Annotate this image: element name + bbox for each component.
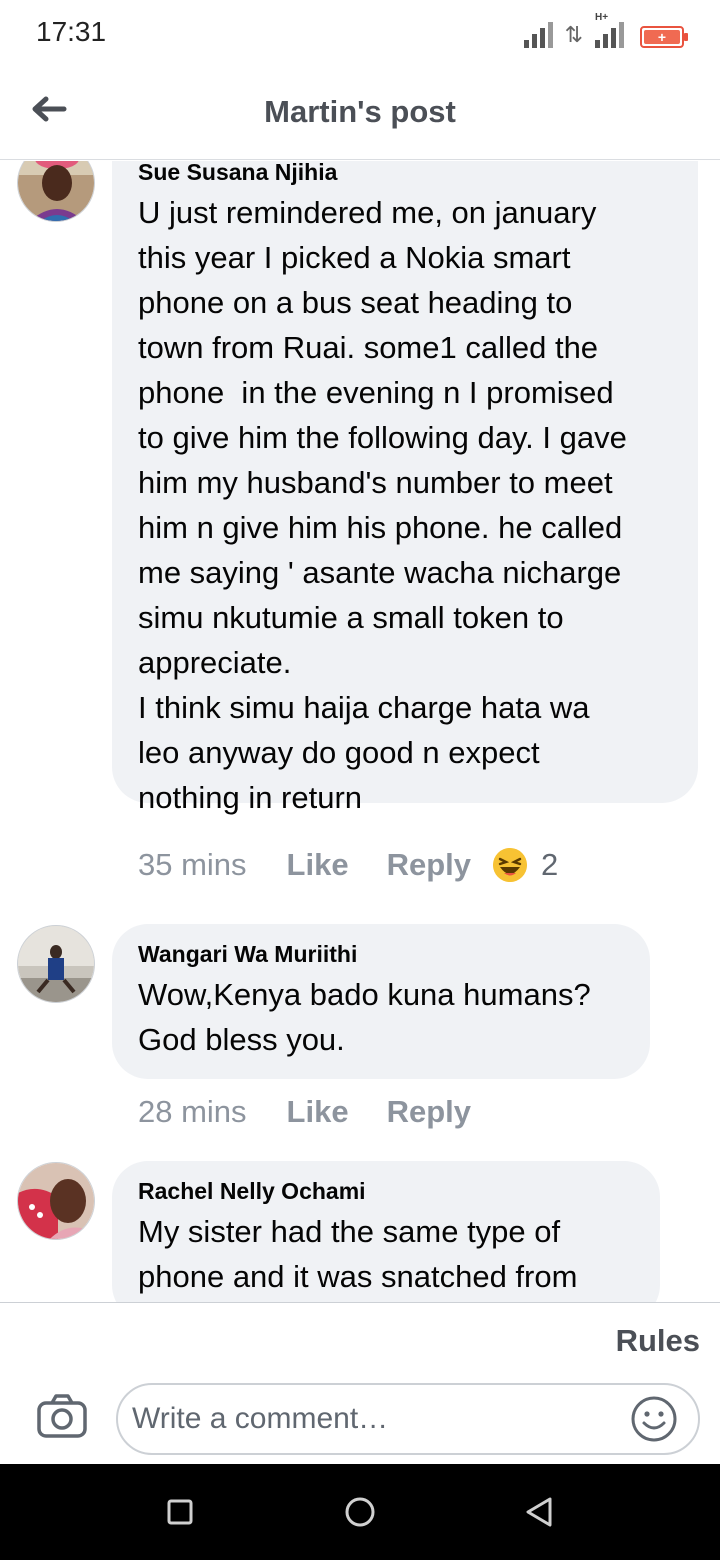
signal-icon	[523, 22, 553, 48]
comment-actions: 28 mins Like Reply	[138, 1094, 493, 1130]
reply-button[interactable]: Reply	[387, 1094, 471, 1130]
network-type: H+	[595, 12, 609, 23]
camera-icon[interactable]	[36, 1393, 88, 1439]
system-nav-bar	[0, 1464, 720, 1560]
reactions-summary[interactable]: 2	[493, 847, 558, 883]
page-title: Martin's post	[264, 94, 456, 129]
data-transfer-icon: ⇅	[564, 22, 583, 47]
comment-time: 28 mins	[138, 1094, 247, 1129]
battery-charging-label: +	[644, 30, 680, 44]
triangle-back-icon[interactable]	[520, 1492, 560, 1532]
haha-emoji-icon	[493, 848, 527, 882]
circle-home-icon[interactable]	[340, 1492, 380, 1532]
comment-text: U just remindered me, on january this ye…	[138, 195, 627, 815]
status-bar: 17:31 ⇅ H+ +	[0, 0, 720, 66]
comment-author[interactable]: Rachel Nelly Ochami	[138, 1178, 634, 1205]
comment-bubble[interactable]: Rachel Nelly Ochami My sister had the sa…	[112, 1161, 660, 1302]
avatar[interactable]	[17, 1162, 95, 1240]
comment-author[interactable]: Wangari Wa Muriithi	[138, 941, 624, 968]
comment-composer: Rules	[0, 1302, 720, 1464]
reply-button[interactable]: Reply	[387, 847, 471, 883]
comment-bubble[interactable]: Sue Susana Njihia U just remindered me, …	[112, 161, 698, 815]
comment-input-container	[116, 1383, 700, 1455]
status-time: 17:31	[36, 16, 107, 47]
square-recents-icon[interactable]	[160, 1492, 200, 1532]
smiley-icon[interactable]	[630, 1395, 678, 1443]
app-header: Martin's post	[0, 66, 720, 160]
battery-icon: +	[640, 26, 688, 48]
avatar[interactable]	[17, 925, 95, 1003]
avatar[interactable]	[17, 161, 95, 222]
signal-hplus-icon: H+	[595, 12, 624, 48]
reaction-count: 2	[541, 847, 559, 882]
status-icons: ⇅ H+ +	[523, 12, 688, 48]
comment-author[interactable]: Sue Susana Njihia	[138, 161, 672, 186]
comment-actions: 35 mins Like Reply 2	[138, 847, 558, 883]
comment-time: 35 mins	[138, 847, 247, 882]
comment-bubble[interactable]: Wangari Wa Muriithi Wow,Kenya bado kuna …	[112, 924, 650, 1079]
comment-input[interactable]	[118, 1385, 598, 1453]
like-button[interactable]: Like	[287, 847, 349, 883]
comment-text: Wow,Kenya bado kuna humans? God bless yo…	[138, 977, 591, 1057]
comment-text: My sister had the same type of phone and…	[138, 1214, 578, 1294]
rules-link[interactable]: Rules	[616, 1323, 700, 1359]
comments-feed[interactable]: Sue Susana Njihia U just remindered me, …	[0, 161, 720, 1302]
like-button[interactable]: Like	[287, 1094, 349, 1130]
